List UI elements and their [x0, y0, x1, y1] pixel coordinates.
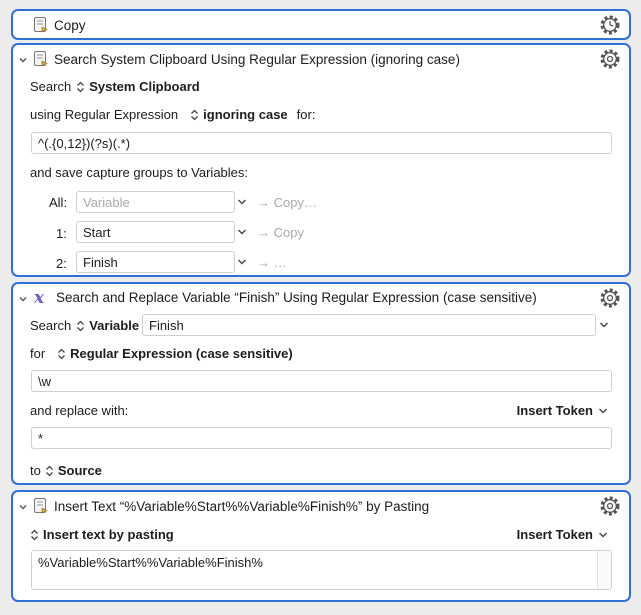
disclosure-chevron-icon[interactable]: [18, 294, 28, 304]
document-action-icon: [34, 498, 48, 514]
variable-name-field[interactable]: Finish: [142, 314, 596, 336]
variable-x-icon: x: [33, 288, 45, 306]
for-label: for:: [296, 107, 316, 122]
chevron-down-icon[interactable]: [237, 228, 247, 236]
gear-icon[interactable]: [599, 287, 621, 309]
using-label: using Regular Expression: [30, 107, 179, 122]
chevron-down-icon: [599, 408, 607, 413]
mode-popup[interactable]: Regular Expression (case sensitive): [57, 346, 293, 361]
target-value: Source: [57, 463, 102, 478]
source-popup[interactable]: Variable: [76, 318, 139, 333]
replace-label: and replace with:: [30, 403, 129, 418]
action-title: Search and Replace Variable “Finish” Usi…: [56, 289, 537, 305]
popup-updown-icon: [58, 348, 66, 359]
chevron-down-icon[interactable]: [599, 321, 609, 329]
mode-value: Regular Expression (case sensitive): [70, 346, 293, 361]
chevron-down-icon[interactable]: [237, 198, 247, 206]
source-value: System Clipboard: [89, 79, 200, 94]
disclosure-chevron-icon[interactable]: [18, 55, 28, 65]
insert-token-label: Insert Token: [516, 527, 593, 542]
insert-token-button[interactable]: Insert Token: [517, 527, 608, 542]
action-title: Copy: [54, 17, 86, 33]
group-1-copy-link[interactable]: → Copy: [257, 225, 304, 240]
gear-clock-icon[interactable]: [599, 14, 621, 36]
mode-value: ignoring case: [203, 107, 288, 122]
source-popup[interactable]: System Clipboard: [76, 79, 200, 94]
insert-mode-value: Insert text by pasting: [43, 527, 174, 542]
popup-updown-icon: [31, 529, 38, 540]
to-label: to: [30, 463, 41, 478]
insert-text-area[interactable]: %Variable%Start%%Variable%Finish%: [31, 550, 612, 590]
popup-updown-icon: [77, 81, 85, 92]
group-all-label: All:: [49, 195, 68, 210]
search-label: Search: [30, 79, 72, 94]
action-title: Search System Clipboard Using Regular Ex…: [54, 51, 460, 67]
for-label: for: [30, 346, 46, 361]
group-all-copy-link[interactable]: → Copy…: [257, 195, 317, 210]
action-search-clipboard[interactable]: Search System Clipboard Using Regular Ex…: [11, 43, 631, 277]
chevron-down-icon: [599, 532, 607, 537]
regex-field[interactable]: ^(.{0,12})(?s)(.*): [31, 132, 612, 154]
document-action-icon: [34, 51, 48, 67]
group-2-label: 2:: [56, 256, 67, 271]
regex-field[interactable]: \w: [31, 370, 612, 392]
gear-icon[interactable]: [599, 48, 621, 70]
replacement-field[interactable]: *: [31, 427, 612, 449]
gear-icon[interactable]: [599, 495, 621, 517]
action-title: Insert Text “%Variable%Start%%Variable%F…: [54, 498, 430, 514]
insert-text-content: %Variable%Start%%Variable%Finish%: [38, 555, 263, 570]
source-value: Variable: [89, 318, 140, 333]
insert-mode-popup[interactable]: Insert text by pasting: [30, 527, 174, 542]
chevron-down-icon[interactable]: [237, 258, 247, 266]
target-popup[interactable]: Source: [45, 463, 102, 478]
document-action-icon: [34, 17, 48, 33]
svg-text:x: x: [33, 288, 45, 306]
group-1-label: 1:: [56, 226, 67, 241]
mode-popup[interactable]: ignoring case: [190, 107, 288, 122]
save-groups-label: and save capture groups to Variables:: [30, 165, 249, 180]
textarea-scrollbar[interactable]: [597, 551, 611, 589]
action-search-replace[interactable]: x Search and Replace Variable “Finish” U…: [11, 282, 631, 485]
group-2-copy-link[interactable]: → …: [257, 255, 287, 270]
popup-updown-icon: [191, 109, 199, 120]
popup-updown-icon: [45, 465, 53, 476]
group-2-variable-field[interactable]: Finish: [76, 251, 235, 273]
action-copy[interactable]: Copy: [11, 9, 631, 40]
search-label: Search: [30, 318, 72, 333]
insert-token-label: Insert Token: [516, 403, 593, 418]
insert-token-button[interactable]: Insert Token: [517, 403, 608, 418]
group-1-variable-field[interactable]: Start: [76, 221, 235, 243]
disclosure-chevron-icon[interactable]: [18, 502, 28, 512]
group-all-variable-field[interactable]: Variable: [76, 191, 235, 213]
action-insert-text[interactable]: Insert Text “%Variable%Start%%Variable%F…: [11, 490, 631, 602]
popup-updown-icon: [77, 320, 85, 331]
